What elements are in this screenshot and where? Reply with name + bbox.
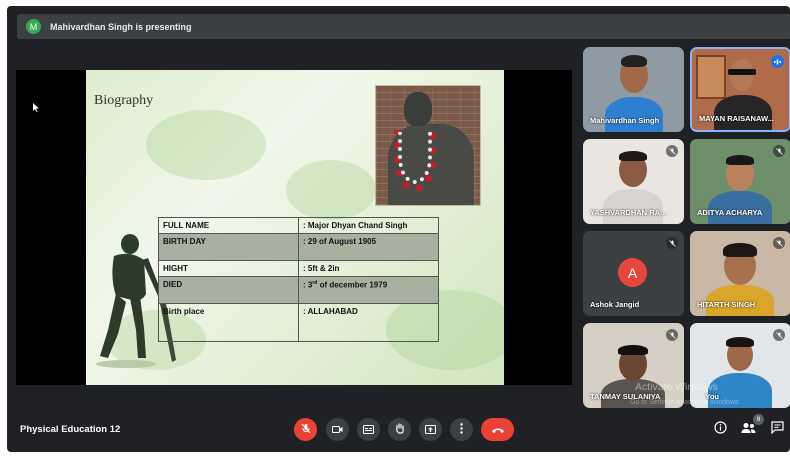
- hand-icon: [395, 421, 405, 439]
- biography-table: FULL NAME : Major Dhyan Chand Singh BIRT…: [158, 217, 439, 342]
- meet-window: M Mahivardhan Singh is presenting Biogra…: [7, 6, 790, 452]
- mic-off-icon: [666, 145, 678, 157]
- mic-off-icon: [666, 237, 678, 249]
- more-vert-icon: [460, 421, 463, 439]
- table-cell-value: : Major Dhyan Chand Singh: [298, 217, 439, 234]
- table-row: Birth place : ALLAHABAD: [158, 303, 439, 342]
- speaking-indicator-icon: [771, 55, 784, 68]
- mic-off-icon: [301, 421, 311, 439]
- presenter-avatar: M: [26, 19, 41, 34]
- present-screen-button[interactable]: [419, 418, 442, 441]
- table-row: HIGHT : 5ft & 2in: [158, 260, 439, 277]
- activate-windows-hint: Go to Settings to activate Windows.: [630, 399, 741, 406]
- statue-photo: [375, 85, 481, 206]
- presentation-slide: Biography FULL NAME: Major Dhyan Chand …: [86, 70, 504, 385]
- mic-off-icon: [666, 329, 678, 341]
- chat-button[interactable]: [769, 421, 785, 439]
- table-cell-label: HIGHT: [158, 260, 299, 277]
- leave-call-button[interactable]: [481, 418, 514, 441]
- table-cell-label: Birth place: [158, 303, 299, 342]
- table-cell-value: : 5ft & 2in: [298, 260, 439, 277]
- presenter-text: Mahivardhan Singh is presenting: [50, 21, 192, 32]
- slide-title: Biography: [94, 93, 154, 108]
- captions-icon: [363, 421, 374, 439]
- participant-tile[interactable]: MAYAN RAISANAW...: [690, 47, 790, 132]
- camera-icon: [332, 421, 343, 439]
- participant-tile[interactable]: ADITYA ACHARYA: [690, 139, 790, 224]
- mouse-cursor-icon: [33, 103, 39, 114]
- meeting-details-button[interactable]: [712, 421, 728, 439]
- participant-name: Mahivardhan Singh: [590, 116, 660, 125]
- participant-tile[interactable]: Mahivardhan Singh: [583, 47, 684, 132]
- table-row: BIRTH DAY : 29 of August 1905: [158, 233, 439, 261]
- participant-tile[interactable]: HITARTH SINGH: [690, 231, 790, 316]
- participant-name: HITARTH SINGH: [697, 300, 756, 309]
- presenter-banner: M Mahivardhan Singh is presenting: [17, 14, 790, 39]
- table-cell-label: DIED: [158, 276, 299, 304]
- table-row: FULL NAME : Major Dhyan Chand Singh: [158, 217, 439, 234]
- raise-hand-button[interactable]: [388, 418, 411, 441]
- table-cell-label: BIRTH DAY: [158, 233, 299, 261]
- table-cell-value: : 3rd of december 1979: [298, 276, 439, 304]
- mic-toggle-button[interactable]: [294, 418, 317, 441]
- activate-windows-watermark: Activate Windows: [635, 381, 718, 393]
- meeting-title: Physical Education 12: [20, 424, 121, 435]
- participant-tile[interactable]: TANMAY SULANIYA: [583, 323, 684, 408]
- people-count-badge: 9: [753, 414, 764, 425]
- participant-tile[interactable]: You: [690, 323, 790, 408]
- present-icon: [425, 421, 436, 439]
- mic-off-icon: [773, 145, 785, 157]
- mic-off-icon: [773, 237, 785, 249]
- table-cell-value: : ALLAHABAD: [298, 303, 439, 342]
- participant-tile[interactable]: A Ashok Jangid: [583, 231, 684, 316]
- participant-name: Ashok Jangid: [590, 300, 640, 309]
- table-cell-label: FULL NAME: [158, 217, 299, 234]
- camera-toggle-button[interactable]: [326, 418, 349, 441]
- participant-name: ADITYA ACHARYA: [697, 208, 763, 217]
- presentation-stage[interactable]: Biography FULL NAME: Major Dhyan Chand …: [16, 70, 572, 385]
- mic-off-icon: [773, 329, 785, 341]
- people-button[interactable]: [740, 422, 756, 438]
- more-options-button[interactable]: [450, 418, 473, 441]
- captions-button[interactable]: [357, 418, 380, 441]
- table-row: DIED : 3rd of december 1979: [158, 276, 439, 304]
- participant-name: MAYAN RAISANAW...: [699, 114, 774, 123]
- info-icon: [713, 421, 727, 439]
- chat-icon: [770, 421, 784, 439]
- hang-up-icon: [491, 421, 505, 439]
- people-icon: [741, 421, 756, 439]
- participant-avatar: A: [618, 258, 647, 287]
- participant-tile[interactable]: YASHVARDHAN RA...: [583, 139, 684, 224]
- participant-name: YASHVARDHAN RA...: [590, 208, 667, 217]
- table-cell-value: : 29 of August 1905: [298, 233, 439, 261]
